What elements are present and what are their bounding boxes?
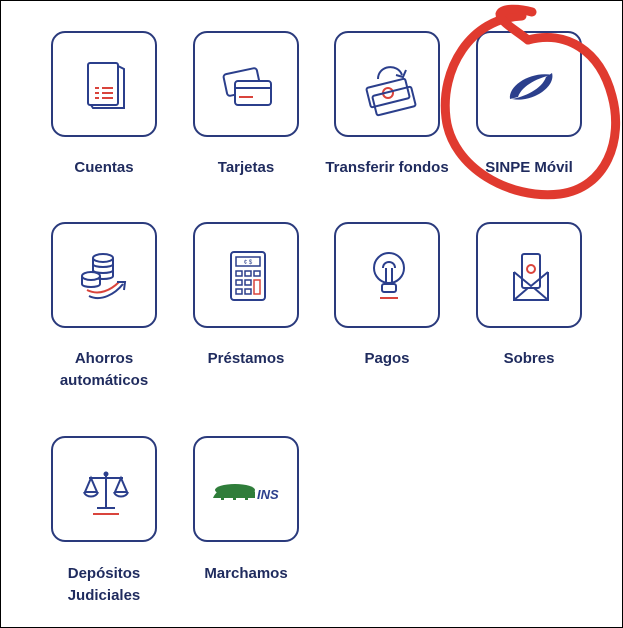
depositos-label-line1: Depósitos <box>67 565 141 582</box>
ahorros-label-line2: automáticos <box>59 372 149 389</box>
depositos-judiciales-button[interactable] <box>51 436 157 542</box>
ahorros-automaticos-button[interactable] <box>51 222 157 328</box>
marchamos-label: Marchamos <box>204 565 288 582</box>
depositos-label-line2: Judiciales <box>67 587 141 604</box>
document-list-icon <box>87 62 125 109</box>
tarjetas-label: Tarjetas <box>217 159 275 176</box>
credit-cards-icon <box>222 67 272 106</box>
tarjetas-button[interactable] <box>193 31 299 137</box>
prestamos-button[interactable]: ¢ $ <box>193 222 299 328</box>
lightbulb-icon <box>373 252 405 299</box>
transferir-fondos-button[interactable] <box>334 31 440 137</box>
cuentas-button[interactable] <box>51 31 157 137</box>
ins-logo-text: INS <box>257 487 279 502</box>
pagos-button[interactable] <box>334 222 440 328</box>
svg-text:¢ $: ¢ $ <box>244 260 253 266</box>
pagos-label: Pagos <box>364 350 410 367</box>
transferir-fondos-label: Transferir fondos <box>325 159 449 176</box>
prestamos-label: Préstamos <box>207 350 285 367</box>
calculator-icon: ¢ $ <box>230 251 266 301</box>
depositos-judiciales-label: Depósitos Judiciales <box>29 563 179 607</box>
coins-savings-icon <box>81 253 127 300</box>
sinpe-logo-icon <box>509 73 553 100</box>
cuentas-label: Cuentas <box>74 159 134 176</box>
ahorros-automaticos-label: Ahorros automáticos <box>29 348 179 392</box>
marchamos-button[interactable]: INS <box>193 436 299 542</box>
sobres-button[interactable] <box>476 222 582 328</box>
envelope-money-icon <box>513 253 549 301</box>
sinpe-movil-button[interactable] <box>476 31 582 137</box>
ins-logo-icon: INS <box>213 484 279 502</box>
sinpe-movil-label: SINPE Móvil <box>485 159 573 176</box>
sobres-label: Sobres <box>503 350 555 367</box>
balance-scale-icon <box>83 471 129 515</box>
money-transfer-icon <box>365 66 417 117</box>
ahorros-label-line1: Ahorros <box>74 350 134 367</box>
